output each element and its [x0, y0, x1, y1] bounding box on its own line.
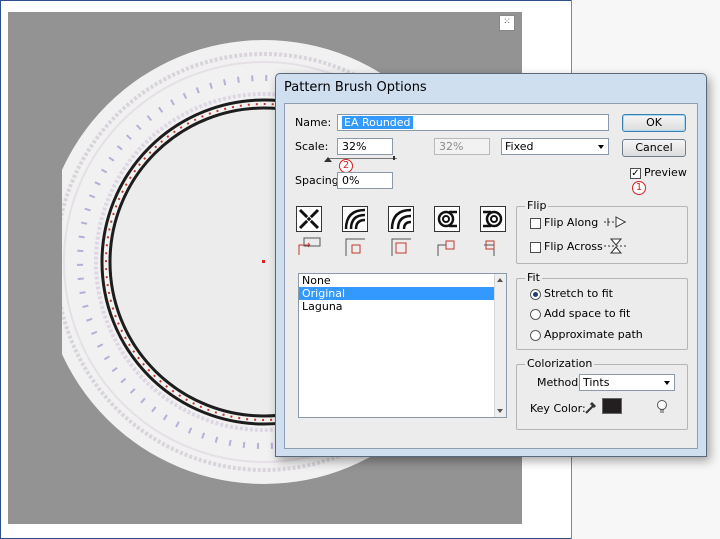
colorization-group-title: Colorization — [525, 357, 595, 370]
eyedropper-icon[interactable] — [584, 399, 598, 415]
flip-along-checkbox[interactable] — [530, 218, 541, 229]
outer-corner-tile-icon[interactable] — [342, 206, 368, 232]
end-tile-type-icon — [484, 240, 495, 256]
scale-slider-tick — [393, 156, 395, 160]
method-value: Tints — [583, 376, 610, 389]
spacing-field[interactable]: 0% — [337, 172, 393, 189]
flip-across-icon — [604, 238, 628, 254]
inner-corner-tile-icon[interactable] — [388, 206, 414, 232]
flip-across-label: Flip Across — [544, 240, 603, 253]
scale-slider-track[interactable] — [327, 158, 397, 159]
outer-corner-tile-type-icon — [345, 238, 365, 256]
cancel-button[interactable]: Cancel — [622, 139, 686, 157]
list-item[interactable]: Laguna — [299, 300, 506, 313]
add-space-to-fit-label: Add space to fit — [544, 307, 631, 320]
name-label: Name: — [295, 116, 332, 129]
approximate-path-radio[interactable] — [530, 330, 541, 341]
preview-label: Preview — [644, 166, 687, 179]
pattern-brush-options-dialog: Pattern Brush Options Name: EA Rounded O… — [275, 73, 707, 457]
scale-label: Scale: — [295, 140, 329, 153]
stretch-to-fit-label: Stretch to fit — [544, 287, 613, 300]
list-item[interactable]: None — [299, 274, 506, 287]
flip-across-checkbox[interactable] — [530, 242, 541, 253]
fit-group: Fit Stretch to fit Add space to fit Appr… — [516, 271, 688, 350]
scale-field[interactable]: 32% — [337, 138, 393, 155]
chevron-down-icon — [664, 381, 670, 385]
start-tile-icon[interactable] — [434, 206, 460, 232]
flip-group-title: Flip — [525, 199, 549, 212]
scale-slider-handle[interactable] — [324, 157, 332, 162]
ok-button[interactable]: OK — [622, 114, 686, 132]
list-scrollbar[interactable] — [494, 274, 506, 417]
stretch-to-fit-radio[interactable] — [530, 289, 541, 300]
colorization-group: Colorization Method: Tints Key Color: — [516, 357, 688, 430]
method-dropdown[interactable]: Tints — [579, 374, 675, 391]
side-tile-type-icon — [298, 237, 321, 255]
preview-checkbox[interactable]: ✓ — [630, 168, 641, 179]
dialog-body: Name: EA Rounded OK Cancel Scale: 32% 32… — [284, 103, 698, 449]
pattern-tile-list[interactable]: None Original Laguna — [298, 273, 507, 418]
side-tile-icon[interactable] — [296, 206, 322, 232]
inner-corner-tile-type-icon — [391, 238, 411, 256]
key-color-label: Key Color: — [530, 402, 586, 415]
end-tile-icon[interactable] — [480, 206, 506, 232]
scroll-down-icon[interactable] — [497, 409, 503, 413]
scale-max-field: 32% — [434, 138, 490, 155]
key-color-swatch[interactable] — [602, 398, 622, 414]
tips-lightbulb-icon[interactable] — [655, 399, 669, 415]
method-label: Method: — [537, 376, 582, 389]
list-item[interactable]: Original — [299, 287, 494, 300]
fit-group-title: Fit — [525, 271, 542, 284]
spacing-label: Spacing: — [295, 174, 343, 187]
scroll-up-icon[interactable] — [497, 278, 503, 282]
callout-2-badge: 2 — [339, 159, 353, 173]
canvas-corner-icon[interactable]: ⁙ — [499, 15, 515, 31]
dialog-title: Pattern Brush Options — [284, 80, 427, 95]
add-space-to-fit-radio[interactable] — [530, 309, 541, 320]
chevron-down-icon — [598, 145, 604, 149]
flip-along-label: Flip Along — [544, 216, 599, 229]
name-field[interactable]: EA Rounded — [337, 114, 609, 131]
flip-along-icon — [604, 216, 628, 228]
scale-method-dropdown[interactable]: Fixed — [501, 138, 609, 155]
callout-1-badge: 1 — [632, 181, 646, 195]
flip-group: Flip Flip Along Flip Across — [516, 199, 688, 264]
start-tile-type-icon — [437, 240, 455, 256]
name-value: EA Rounded — [342, 116, 413, 129]
approximate-path-label: Approximate path — [544, 328, 643, 341]
scale-method-value: Fixed — [505, 140, 534, 153]
